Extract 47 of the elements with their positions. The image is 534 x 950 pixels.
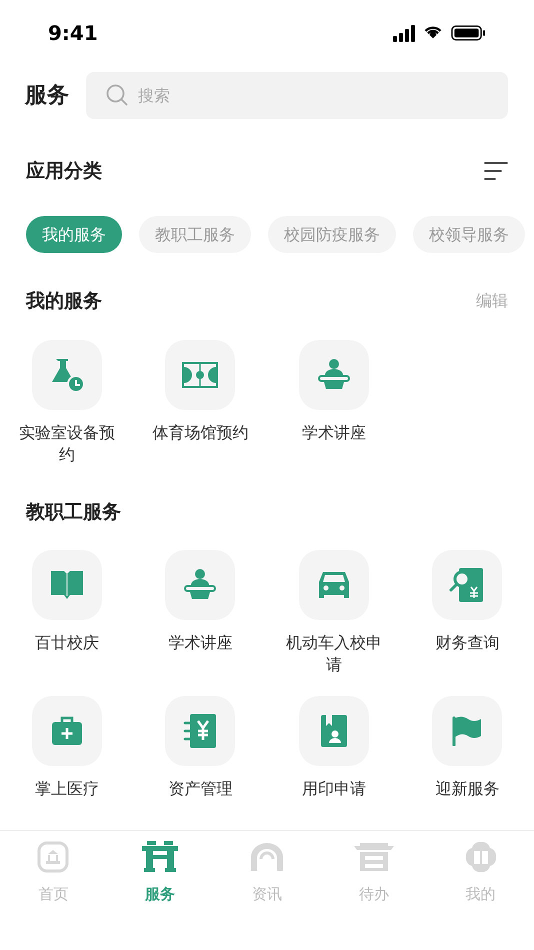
service-label: 百廿校庆	[34, 632, 100, 654]
signal-icon	[393, 24, 415, 42]
service-item[interactable]: 用印申请	[267, 696, 400, 800]
search-field[interactable]: 搜索	[86, 72, 508, 118]
status-time: 9:41	[48, 20, 98, 47]
service-label: 资产管理	[167, 778, 234, 800]
service-item[interactable]: 迎新服务	[400, 696, 534, 800]
service-label: 体育场馆预约	[151, 422, 250, 444]
service-item[interactable]: 学术讲座	[134, 550, 267, 676]
podium-speaker-icon	[316, 358, 351, 392]
car-icon	[316, 570, 351, 600]
service-item[interactable]: 体育场馆预约	[134, 340, 267, 466]
service-label: 学术讲座	[300, 422, 367, 444]
service-label: 用印申请	[300, 778, 367, 800]
bookmark-person-icon	[320, 714, 348, 748]
service-item[interactable]: 财务查询	[400, 550, 534, 676]
court-icon	[182, 362, 218, 388]
ledger-icon	[183, 713, 218, 749]
service-label: 财务查询	[434, 632, 500, 654]
service-item[interactable]: 机动车入校申请	[267, 550, 400, 676]
finance-search-icon	[449, 567, 486, 603]
section-heading: 教职工服务	[26, 500, 121, 524]
service-item[interactable]: 百廿校庆	[0, 550, 134, 676]
page-title: 服务	[25, 82, 69, 110]
flag-icon	[452, 716, 482, 746]
service-item[interactable]: 掌上医疗	[0, 696, 134, 800]
service-label: 机动车入校申请	[284, 632, 383, 676]
wifi-icon	[423, 25, 443, 41]
gate-icon	[141, 841, 180, 873]
service-item[interactable]: 学术讲座	[267, 340, 400, 466]
section-heading: 我的服务	[26, 289, 102, 314]
arch-icon	[248, 841, 285, 873]
service-label: 掌上医疗	[34, 778, 100, 800]
service-label: 实验室设备预约	[18, 422, 116, 466]
service-item[interactable]: 实验室设备预约	[0, 340, 134, 466]
search-icon	[106, 84, 128, 106]
battery-icon	[451, 25, 486, 41]
service-item[interactable]: 资产管理	[134, 696, 267, 800]
section-heading: 应用分类	[26, 158, 102, 184]
service-label: 学术讲座	[167, 632, 234, 654]
podium-speaker-icon	[183, 568, 218, 602]
medical-kit-icon	[50, 716, 83, 746]
book-icon	[50, 570, 84, 600]
emblem-icon	[37, 841, 70, 873]
menu-icon[interactable]	[484, 161, 508, 181]
service-label: 迎新服务	[434, 778, 500, 800]
gatehouse-icon	[354, 841, 394, 873]
